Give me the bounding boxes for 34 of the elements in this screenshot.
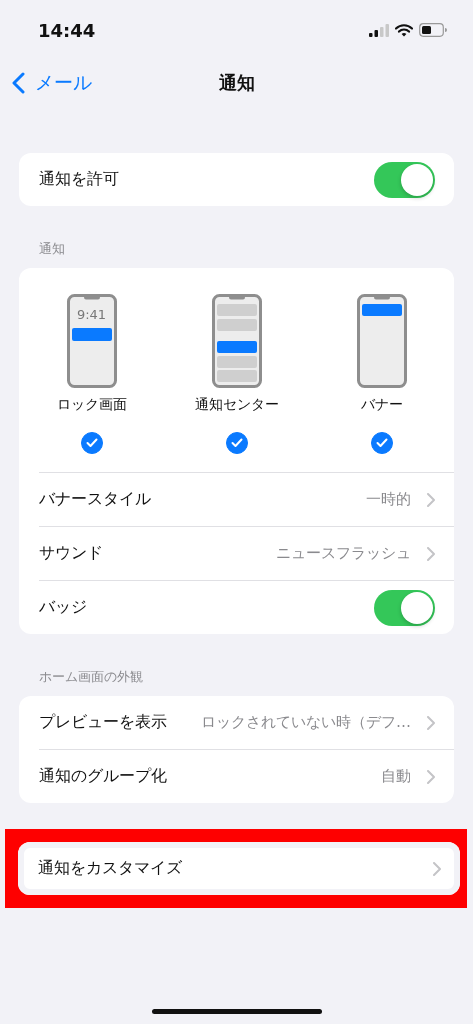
row-label: プレビューを表示 [39, 712, 167, 733]
style-label: 通知センター [194, 396, 279, 414]
toggle-switch[interactable] [374, 589, 435, 626]
chevron-icon [427, 769, 435, 784]
row-value: 自動 [381, 767, 411, 786]
row-value: 一時的 [366, 490, 411, 509]
row-value: ロックされていない時（デフ… [201, 713, 411, 732]
style-label: バナー [360, 396, 403, 414]
status-time: 14:44 [38, 19, 96, 41]
chevron-icon [433, 861, 441, 876]
checkmark-icon[interactable] [225, 432, 248, 454]
row-label: バナースタイル [39, 489, 151, 510]
row-label: 通知をカスタマイズ [38, 858, 182, 879]
section-header: ホーム画面の外観 [38, 668, 144, 686]
row-label: サウンド [39, 543, 103, 564]
style-label: ロック画面 [56, 396, 127, 414]
row-value: ニュースフラッシュ [276, 544, 411, 563]
phone-clock: 9:41 [76, 307, 107, 322]
battery-icon [419, 23, 447, 37]
signal-icon [369, 23, 389, 37]
back-chevron-icon [12, 72, 25, 94]
checkmark-icon[interactable] [370, 432, 393, 454]
chevron-icon [427, 492, 435, 507]
section-header: 通知 [38, 240, 66, 258]
nav-title: 通知 [218, 71, 255, 95]
back-button[interactable]: メール [0, 70, 92, 96]
chevron-icon [427, 715, 435, 730]
row-label: 通知のグループ化 [39, 766, 167, 787]
wifi-icon [395, 23, 413, 37]
checkmark-icon[interactable] [80, 432, 103, 454]
toggle-switch[interactable] [374, 161, 435, 198]
row-label: 通知を許可 [39, 169, 119, 190]
row-label: バッジ [39, 597, 87, 618]
chevron-icon [427, 546, 435, 561]
